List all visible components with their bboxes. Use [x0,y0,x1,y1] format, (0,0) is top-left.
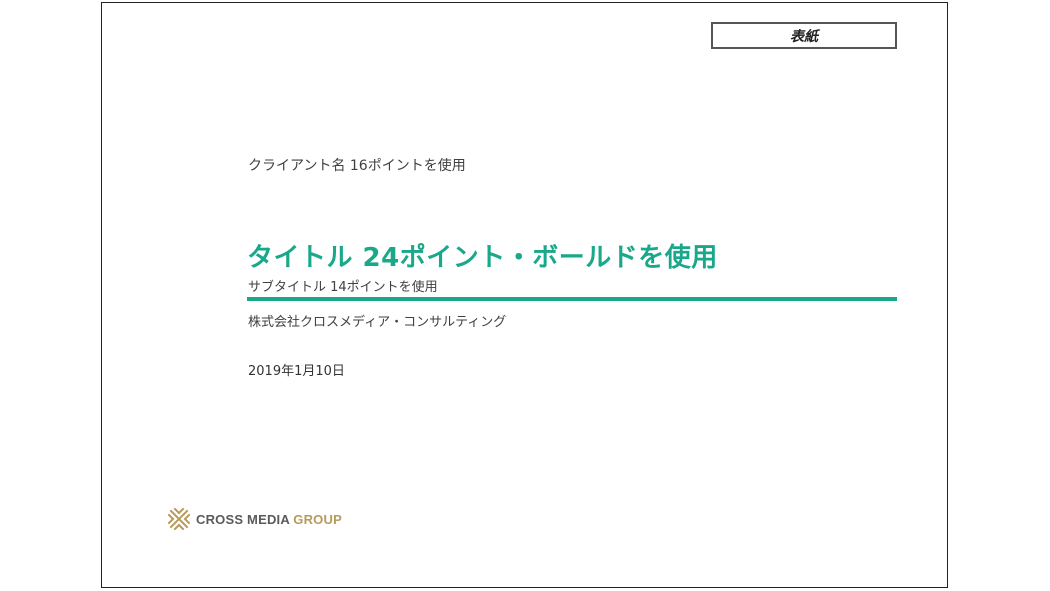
slide-subtitle: サブタイトル 14ポイントを使用 [248,280,438,295]
logo-text-group: GROUP [293,511,342,527]
slide: 表紙 クライアント名 16ポイントを使用 タイトル 24ポイント・ボールドを使用… [101,2,948,588]
logo-text-cross-media: CROSS MEDIA [196,511,294,527]
cross-media-logo-icon [168,508,190,530]
company-logo: CROSS MEDIA GROUP [168,508,342,530]
title-divider [247,297,897,301]
slide-date: 2019年1月10日 [248,364,345,379]
slide-title: タイトル 24ポイント・ボールドを使用 [247,243,718,273]
logo-wordmark: CROSS MEDIA GROUP [196,512,342,527]
client-name: クライアント名 16ポイントを使用 [248,158,466,174]
cover-tag: 表紙 [711,22,897,49]
company-name: 株式会社クロスメディア・コンサルティング [248,315,507,330]
